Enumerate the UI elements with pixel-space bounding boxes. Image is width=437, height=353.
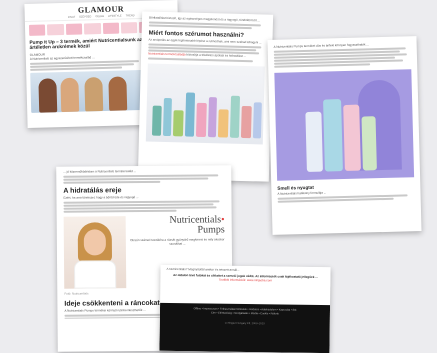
hero-image [30, 69, 147, 113]
nav-item[interactable]: LIFESTYLE [108, 14, 122, 17]
footer-copyright: © Ringier Hungary Kft. 2003–2023 [224, 321, 265, 326]
footer-link[interactable]: Szolgáltatás [234, 312, 248, 315]
footer-link[interactable]: Adatvédelem [261, 308, 276, 311]
footer-link[interactable]: Kapcsolat [279, 308, 290, 311]
nav-item[interactable]: SZÉPSÉG [79, 15, 91, 18]
footer-link[interactable]: Elérhetőség [218, 312, 232, 315]
product-lineup-image [145, 63, 265, 145]
product-photo [274, 69, 415, 181]
footer-link[interactable]: Stb [292, 309, 296, 312]
product-feature-card: A Nutricentials Pumps termékei dús és án… [267, 36, 422, 235]
paragraph: biztosítja a tökéletes ápolást és hidrat… [186, 52, 247, 59]
promo-text: Olcsón számol hozzáléra a rózsát gyönyör… [130, 237, 225, 246]
article-section-card: Bőrfiatalítást biztosít, így az egészség… [137, 11, 274, 182]
nav-item[interactable]: CELEB [95, 15, 104, 18]
footer-link[interactable]: Cim [211, 312, 216, 315]
product-link[interactable]: Nutricentials termékcsaládja [148, 52, 186, 57]
footer-link[interactable]: Cookie [260, 312, 268, 315]
footer-links-row-2: Cim • Elérhetőség • Szolgáltatás • Média… [211, 311, 279, 316]
article-title: Pump it Up – 3 termék, amiért Nutricenti… [29, 37, 143, 52]
footer-link[interactable]: Média [251, 312, 258, 315]
footer-card: A Nutricentials? Megnyitottál amikor és … [159, 264, 331, 353]
section-heading: A hidratálás ereje [63, 187, 122, 195]
footer-link[interactable]: Rólunk [271, 312, 279, 315]
nav-item[interactable]: TRÉND [126, 14, 135, 17]
site-footer: Offline • Impresszum • Felhasználási fel… [159, 302, 331, 353]
footer-link[interactable]: Impresszum [203, 307, 217, 310]
footer-link[interactable]: Felhasználási feltételek [220, 308, 247, 311]
nav-item[interactable]: DIVAT [68, 16, 75, 19]
footer-link[interactable]: Offline [194, 307, 201, 310]
pumps-word: Pumps [197, 224, 225, 236]
footer-link[interactable]: Hírdetés [249, 308, 259, 311]
model-photo [63, 215, 127, 289]
